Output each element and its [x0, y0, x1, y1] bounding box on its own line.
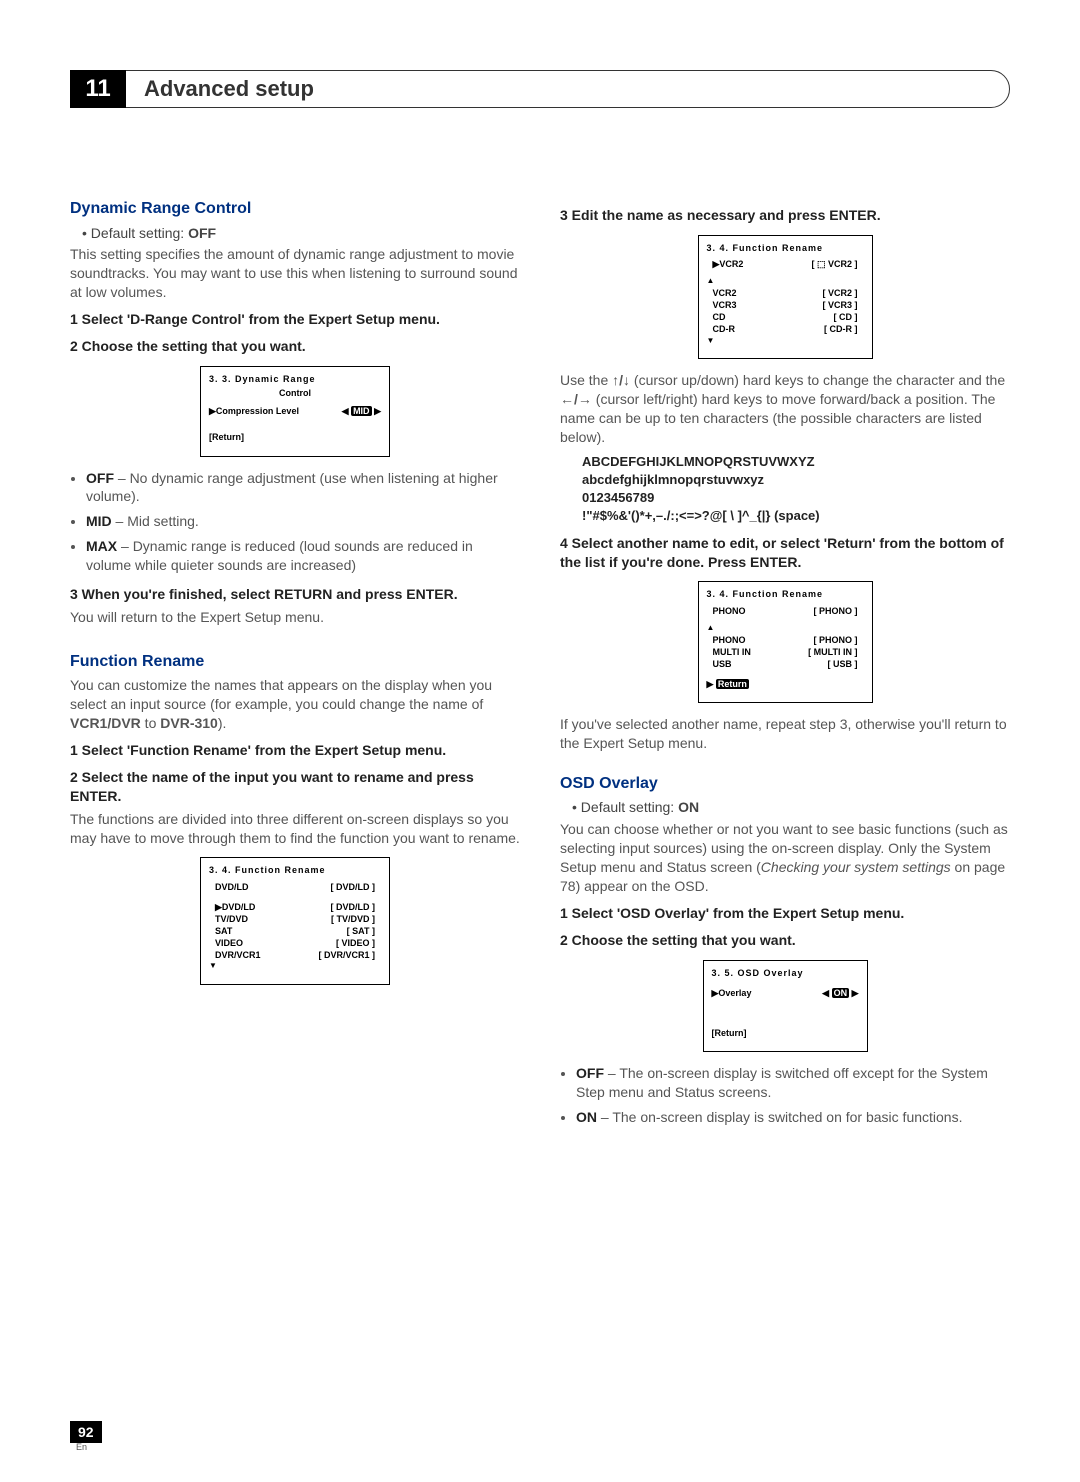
osdov-step2: 2 Choose the setting that you want. — [560, 931, 1010, 950]
page-footer: 92 En — [70, 1424, 102, 1452]
osdov-options: OFF – The on-screen display is switched … — [576, 1064, 1010, 1127]
drc-intro: This setting specifies the amount of dyn… — [70, 245, 520, 302]
r-osd2-title: 3. 4. Function Rename — [707, 588, 864, 600]
drc-step1: 1 Select 'D-Range Control' from the Expe… — [70, 310, 520, 329]
drc-title: Dynamic Range Control — [70, 198, 520, 220]
osdov-opt-on: ON – The on-screen display is switched o… — [576, 1108, 1010, 1127]
right-tri-icon: ▶ — [374, 406, 381, 416]
fr-step2: 2 Select the name of the input you want … — [70, 768, 520, 806]
right-column: 3 Edit the name as necessary and press E… — [560, 198, 1010, 1137]
drc-step3: 3 When you're finished, select RETURN an… — [70, 585, 520, 604]
page-number: 92 — [70, 1421, 102, 1443]
list-item: MULTI IN — [713, 646, 751, 658]
r-osd2-return: Return — [716, 679, 749, 689]
osdov-box-title: 3. 5. OSD Overlay — [712, 967, 859, 979]
drc-step2: 2 Choose the setting that you want. — [70, 337, 520, 356]
drc-osd-row-left: ▶Compression Level — [209, 405, 299, 417]
osdov-default: Default setting: ON — [572, 798, 1010, 817]
r-osd1-top-l: ▶VCR2 — [713, 258, 744, 270]
list-item: PHONO — [713, 634, 746, 646]
r-osd1: 3. 4. Function Rename ▶VCR2 [ ⬚ VCR2 ] ▲… — [698, 235, 873, 359]
fr-osd: 3. 4. Function Rename DVD/LD [ DVD/LD ] … — [200, 857, 390, 985]
right-tri-icon: ▶ — [852, 988, 859, 998]
r-osd1-title: 3. 4. Function Rename — [707, 242, 864, 254]
r-osd2-top-l: PHONO — [713, 605, 746, 617]
osdov-row-r: ◀ ON ▶ — [822, 987, 858, 999]
drc-step3-after: You will return to the Expert Setup menu… — [70, 608, 520, 627]
drc-opt-mid: MID – Mid setting. — [86, 512, 520, 531]
drc-osd-row-right: ◀ MID ▶ — [342, 405, 381, 417]
char-lines: ABCDEFGHIJKLMNOPQRSTUVWXYZ abcdefghijklm… — [582, 453, 1010, 526]
list-item: CD — [713, 311, 726, 323]
chars-digits: 0123456789 — [582, 489, 1010, 507]
list-item: SAT — [215, 925, 232, 937]
fr-osd-title: 3. 4. Function Rename — [209, 864, 381, 876]
osdov-step1: 1 Select 'OSD Overlay' from the Expert S… — [560, 904, 1010, 923]
drc-default: Default setting: OFF — [82, 224, 520, 243]
arrow-left-right-icon: ←/→ — [560, 391, 592, 407]
drc-default-label: Default setting: — [91, 225, 188, 241]
drc-options: OFF – No dynamic range adjustment (use w… — [86, 469, 520, 575]
osdov-row-l: ▶Overlay — [712, 987, 752, 999]
osdov-box: 3. 5. OSD Overlay ▶Overlay ◀ ON ▶ [Retur… — [703, 960, 868, 1052]
list-item: VIDEO — [215, 937, 243, 949]
drc-osd-title2: Control — [209, 387, 381, 399]
page-lang: En — [76, 1442, 102, 1452]
left-column: Dynamic Range Control Default setting: O… — [70, 198, 520, 1137]
list-item: VCR3 — [713, 299, 737, 311]
fr-title: Function Rename — [70, 651, 520, 673]
chapter-title: Advanced setup — [144, 76, 314, 102]
drc-default-value: OFF — [188, 225, 216, 241]
list-item: ▶DVD/LD — [215, 901, 255, 913]
chapter-number: 11 — [70, 70, 126, 108]
drc-osd-title: 3. 3. Dynamic Range — [209, 373, 381, 385]
drc-opt-max: MAX – Dynamic range is reduced (loud sou… — [86, 537, 520, 575]
osdov-value: ON — [832, 988, 850, 998]
drc-osd: 3. 3. Dynamic Range Control ▶Compression… — [200, 366, 390, 457]
chars-upper: ABCDEFGHIJKLMNOPQRSTUVWXYZ — [582, 453, 1010, 471]
fr-step2-after: The functions are divided into three dif… — [70, 810, 520, 848]
r-step3: 3 Edit the name as necessary and press E… — [560, 206, 1010, 225]
list-item: CD-R — [713, 323, 736, 335]
chapter-header: 11 Advanced setup — [70, 70, 1010, 108]
list-item: TV/DVD — [215, 913, 248, 925]
chars-symbols: !"#$%&'()*+,–./:;<=>?@[ \ ]^_{|} (space) — [582, 507, 1010, 525]
r-osd2: 3. 4. Function Rename PHONO [ PHONO ] ▲ … — [698, 581, 873, 703]
fr-osd-top-l: DVD/LD — [215, 881, 249, 893]
osdov-return: [Return] — [712, 1027, 859, 1039]
osdov-intro: You can choose whether or not you want t… — [560, 820, 1010, 896]
drc-osd-value: MID — [351, 406, 372, 416]
list-item: USB — [713, 658, 732, 670]
drc-osd-return: [Return] — [209, 431, 381, 443]
osdov-title: OSD Overlay — [560, 773, 1010, 795]
arrow-up-down-icon: ↑/↓ — [612, 372, 630, 388]
fr-intro: You can customize the names that appears… — [70, 676, 520, 733]
list-item: DVR/VCR1 — [215, 949, 261, 961]
cursor-paragraph: Use the ↑/↓ (cursor up/down) hard keys t… — [560, 371, 1010, 447]
after-step4: If you've selected another name, repeat … — [560, 715, 1010, 753]
chars-lower: abcdefghijklmnopqrstuvwxyz — [582, 471, 1010, 489]
fr-osd-top-r: DVD/LD — [336, 882, 370, 892]
r-step4: 4 Select another name to edit, or select… — [560, 534, 1010, 572]
list-item: VCR2 — [713, 287, 737, 299]
left-tri-icon: ◀ — [342, 406, 349, 416]
fr-step1: 1 Select 'Function Rename' from the Expe… — [70, 741, 520, 760]
drc-opt-off: OFF – No dynamic range adjustment (use w… — [86, 469, 520, 507]
osdov-opt-off: OFF – The on-screen display is switched … — [576, 1064, 1010, 1102]
left-tri-icon: ◀ — [822, 988, 829, 998]
